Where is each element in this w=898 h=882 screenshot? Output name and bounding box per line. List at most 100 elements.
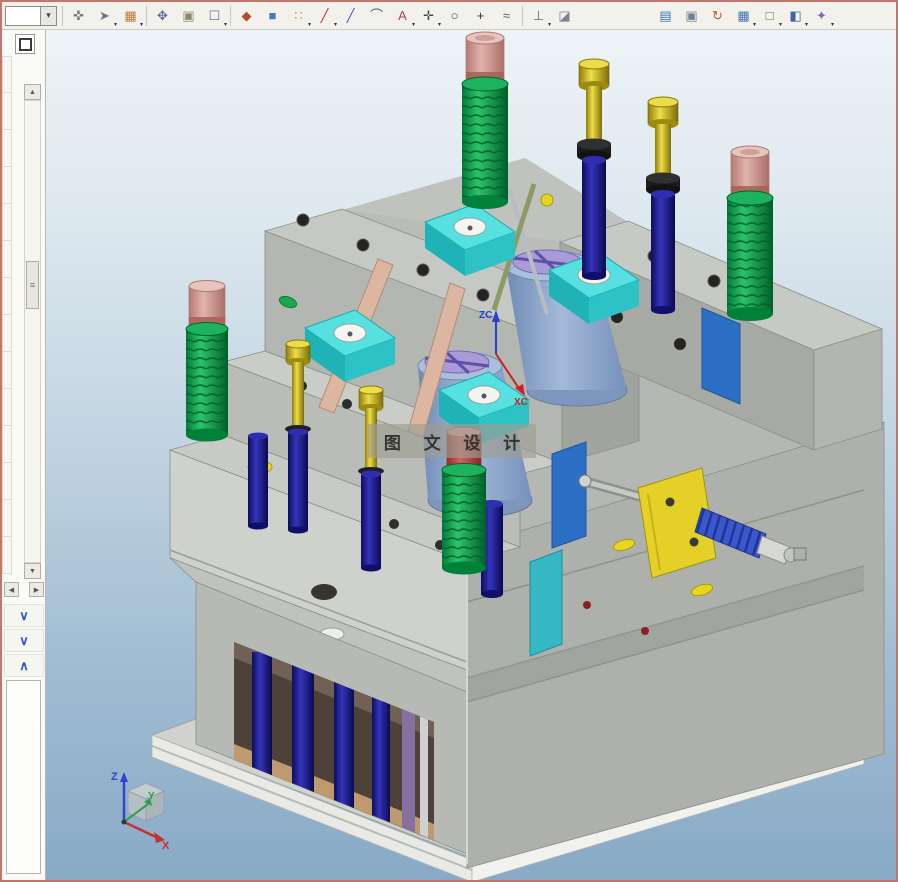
guide-pin-left[interactable] [248,432,268,530]
sidebar-slot [2,204,12,241]
select-cursor-icon[interactable]: ➤ ▾ [92,4,117,28]
view-triad: Z X Y [111,771,170,852]
layer-visible-icon[interactable]: □ ▾ [757,4,782,28]
spline-icon[interactable]: ≈ [494,4,519,28]
datum-plane-icon[interactable]: ▦ ▾ [118,4,143,28]
scroll-up-button[interactable]: ▲ [24,84,41,100]
dropdown-caret-icon[interactable]: ▾ [831,22,834,28]
arc-icon-glyph: ⌒ [369,8,383,23]
snapshot-icon-glyph: ▣ [685,8,698,23]
scroll-left-button[interactable]: ◀ [4,582,19,597]
cad-application-window: ▾ ✜ ➤ ▾ ▦ ▾ ✥ ▣ ☐ ▾ ◆ ■ ∷ ▾ ╱ ▾ ╱ ⌒ A ▾ ✛ ▾ ○ + ≈ ⊥ ▾ ◪ ▤ ▣ ↻ ▦ ▾ □ ▾ ◧ ▾ ✦ ▾ … [0,0,898,882]
blue-line-icon[interactable]: ╱ [338,4,363,28]
resource-sidebar: ▲ ≡ ▼ ◀ ▶ ∨ ∨ ∧ [2,30,46,880]
text-annotation-icon[interactable]: A ▾ [390,4,415,28]
dropdown-caret-icon[interactable]: ▾ [548,22,551,28]
sidebar-slot [2,537,12,574]
dropdown-caret-icon[interactable]: ▾ [805,22,808,28]
copy-object-icon[interactable]: ▣ [176,4,201,28]
select-cursor-icon-glyph: ➤ [99,8,110,23]
measure-icon-glyph: ⊥ [532,8,545,23]
dropdown-caret-icon[interactable]: ▾ [308,22,311,28]
red-line-icon[interactable]: ╱ ▾ [312,4,337,28]
rect-select-icon-glyph: ☐ [208,8,221,23]
dropdown-caret-icon[interactable]: ▾ [779,22,782,28]
sidebar-slot [2,315,12,352]
measure-icon[interactable]: ⊥ ▾ [526,4,551,28]
section-view-icon-glyph: ◪ [558,8,571,23]
toolbar-sep [62,5,63,26]
toolbar-items: ▾ ✜ ➤ ▾ ▦ ▾ ✥ ▣ ☐ ▾ ◆ ■ ∷ ▾ ╱ ▾ ╱ ⌒ A ▾ ✛ ▾ ○ + ≈ ⊥ ▾ ◪ ▤ ▣ ↻ ▦ ▾ □ ▾ ◧ ▾ ✦ ▾ [2,2,896,30]
sidebar-slot [2,352,12,389]
toolbar-sep [522,5,523,26]
spring-unit-left[interactable] [185,280,229,442]
panel-chevron-0[interactable]: ∨ [4,604,44,627]
guide-bolt-a[interactable] [577,58,611,280]
restore-panel-button[interactable] [15,34,35,54]
sidebar-slot [2,500,12,537]
solid-box-icon-glyph: ◆ [241,8,252,23]
spring-unit-right[interactable] [726,145,774,321]
sidebar-empty-panel [6,680,41,874]
style-wand-icon[interactable]: ✦ ▾ [809,4,834,28]
pattern-icon[interactable]: ∷ ▾ [286,4,311,28]
window-icon-glyph: ▤ [659,8,672,23]
dropdown-caret-icon[interactable]: ▾ [224,22,227,28]
snapshot-icon[interactable]: ▣ [679,4,704,28]
triad-z-label: Z [111,771,118,783]
vertical-scrollbar-thumb[interactable]: ≡ [26,261,39,309]
style-wand-icon-glyph: ✦ [816,8,827,23]
move-object-icon[interactable]: ✥ [150,4,175,28]
shaded-cube-icon-glyph: ◧ [789,8,802,23]
scroll-right-button[interactable]: ▶ [29,582,44,597]
guide-bolt-b[interactable] [646,96,680,314]
horizontal-scrollbar[interactable]: ◀ ▶ [4,582,44,597]
vertical-scrollbar-track[interactable]: ≡ [24,100,41,563]
wcs-x-label: XC [514,397,528,408]
section-view-icon[interactable]: ◪ [552,4,577,28]
plus-icon-glyph: + [476,8,485,23]
cylinder-icon[interactable]: ■ [260,4,285,28]
arc-icon[interactable]: ⌒ [364,4,389,28]
triad-z-arrow [120,772,128,782]
sidebar-slot [2,167,12,204]
panel-chevron-2[interactable]: ∧ [4,654,44,677]
sidebar-slot [2,56,12,93]
scroll-down-button[interactable]: ▼ [24,563,41,579]
dropdown-caret-icon[interactable]: ▾ [438,22,441,28]
sidebar-slot [2,463,12,500]
shaded-cube-icon[interactable]: ◧ ▾ [783,4,808,28]
triad-x-label: X [162,840,170,852]
combo-caret-icon[interactable]: ▾ [41,5,57,26]
solid-box-icon[interactable]: ◆ [234,4,259,28]
dropdown-caret-icon[interactable]: ▾ [334,22,337,28]
graphics-viewport[interactable]: ZC XC Z X Y 图 文 设 计 [46,30,896,880]
selection-scope-combo[interactable]: ▾ [5,5,57,26]
plus-icon[interactable]: + [468,4,493,28]
dropdown-caret-icon[interactable]: ▾ [412,22,415,28]
dropdown-caret-icon[interactable]: ▾ [114,22,117,28]
watermark: 图 文 设 计 [368,424,536,458]
sidebar-slot [2,93,12,130]
red-line-icon-glyph: ╱ [320,8,329,23]
sidebar-chevrons: ∨ ∨ ∧ [4,604,44,679]
window-icon[interactable]: ▤ [653,4,678,28]
refresh-icon[interactable]: ↻ [705,4,730,28]
sidebar-slot [2,426,12,463]
rect-select-icon[interactable]: ☐ ▾ [202,4,227,28]
snap-point-icon[interactable]: ✜ [66,4,91,28]
blue-line-icon-glyph: ╱ [346,8,355,23]
point-icon[interactable]: ✛ ▾ [416,4,441,28]
spring-unit-top[interactable] [461,31,509,209]
point-icon-glyph: ✛ [423,8,434,23]
combo-value[interactable] [5,5,41,26]
panel-chevron-1[interactable]: ∨ [4,629,44,652]
dropdown-caret-icon[interactable]: ▾ [140,22,143,28]
snap-point-icon-glyph: ✜ [73,8,84,23]
dropdown-caret-icon[interactable]: ▾ [753,22,756,28]
toolbar-sep [230,5,231,26]
circle-icon[interactable]: ○ [442,4,467,28]
layer-visible-icon-glyph: □ [765,8,774,23]
sidebar-slot [2,130,12,167]
layer-grid-icon[interactable]: ▦ ▾ [731,4,756,28]
